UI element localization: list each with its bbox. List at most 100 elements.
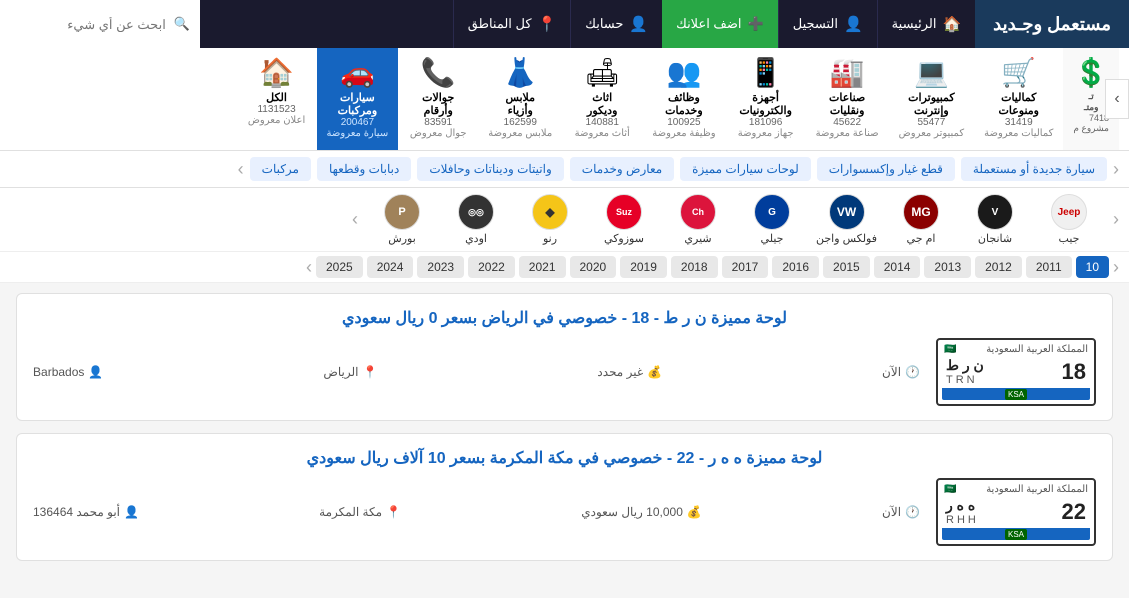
cat-item-all[interactable]: 🏠 الكل 1131523 اعلان معروض <box>237 48 317 150</box>
listing-title-1[interactable]: لوحة مميزة ن ر ط - 18 - خصوصي في الرياض … <box>33 308 1096 328</box>
year-item-2022[interactable]: 2022 <box>468 256 515 278</box>
sub-nav-motorcycles[interactable]: دبابات وقطعها <box>317 157 411 181</box>
cat-item-industries[interactable]: 🏭 صناعاتونقليات 45622 صناعة معروضة <box>806 48 889 150</box>
brand-item-audi[interactable]: ◎◎ اودي <box>446 194 506 245</box>
year-item-2024[interactable]: 2024 <box>367 256 414 278</box>
cat-count-furniture: 140881 <box>586 117 619 128</box>
plate-country-top-1: المملكة العربية السعودية <box>986 344 1088 355</box>
listing-price-2: 💰 10,000 ريال سعودي <box>581 505 702 519</box>
categories-arrow-right[interactable]: › <box>1105 79 1129 119</box>
cat-item-furniture[interactable]: 🛋 اثاثوديكور 140881 أثاث معروضة <box>562 48 642 150</box>
listing-card-1: لوحة مميزة ن ر ط - 18 - خصوصي في الرياض … <box>16 293 1113 421</box>
year-arrow-right[interactable]: › <box>306 257 312 278</box>
nav-regions-label: كل المناطق <box>468 16 532 32</box>
year-item-2016[interactable]: 2016 <box>772 256 819 278</box>
search-bar: 🔍 <box>0 0 200 48</box>
cat-item-devices[interactable]: 📱 أجهزةوالكترونيات 181096 جهاز معروضة <box>726 48 806 150</box>
search-icon: 🔍 <box>174 16 190 32</box>
brand-item-porsche[interactable]: P بورش <box>372 194 432 245</box>
year-item-2021[interactable]: 2021 <box>519 256 566 278</box>
plate-country-top-2: المملكة العربية السعودية <box>986 484 1088 495</box>
price-icon-1: 💰 <box>647 365 662 379</box>
year-item-2013[interactable]: 2013 <box>924 256 971 278</box>
cat-item-jobs[interactable]: 👥 وظائفوخدمات 100925 وظيفة معروضة <box>642 48 725 150</box>
brand-logo-chery: Ch <box>680 194 716 230</box>
plate-number-1: 18 <box>1062 359 1086 385</box>
sub-nav-arrow-right[interactable]: › <box>238 157 244 181</box>
nav-account[interactable]: 👤 حسابك <box>570 0 662 48</box>
listing-title-2[interactable]: لوحة مميزة ه ه ر - 22 - خصوصي في مكة الم… <box>33 448 1096 468</box>
nav-regions[interactable]: 📍 كل المناطق <box>453 0 571 48</box>
brand-item-jeep[interactable]: Jeep جيب <box>1039 194 1099 245</box>
search-input[interactable] <box>10 17 166 32</box>
year-item-2011[interactable]: 2011 <box>1026 256 1072 278</box>
brand-item-changan[interactable]: V شانجان <box>965 194 1025 245</box>
nav-home[interactable]: 🏠 الرئيسية <box>877 0 975 48</box>
year-item-2020[interactable]: 2020 <box>570 256 617 278</box>
year-item-2018[interactable]: 2018 <box>671 256 718 278</box>
sub-nav-exhibitions[interactable]: معارض وخدمات <box>570 157 674 181</box>
brand-item-geely[interactable]: G جيلي <box>742 194 802 245</box>
cat-count-cars: 200467 <box>341 117 374 128</box>
cat-icon-furniture: 🛋 <box>584 56 620 89</box>
brand-item-chery[interactable]: Ch شيري <box>668 194 728 245</box>
cat-label-furniture: أثاث معروضة <box>575 128 630 139</box>
cat-item-accessories[interactable]: 🛒 كمالياتومنوعات 31419 كماليات معروضة <box>974 48 1063 150</box>
brand-item-mg[interactable]: MG ام جي <box>891 194 951 245</box>
clock-icon-1: 🕐 <box>905 365 920 379</box>
cat-name-side: تـومتـ <box>1084 91 1099 113</box>
listing-meta-1: 🕐 الآن 💰 غير محدد 📍 الرياض 👤 Barbados <box>33 365 920 379</box>
plate-letters-en-1: TRN <box>946 374 978 386</box>
sub-nav-used-new[interactable]: سيارة جديدة أو مستعملة <box>961 157 1107 181</box>
cat-icon-devices: 📱 <box>748 56 783 89</box>
cat-item-computers[interactable]: 💻 كمبيوتراتوإنترنت 55477 كمبيوتر معروض <box>889 48 974 150</box>
plate-2: المملكة العربية السعودية 🇸🇦 22 ه ه ر RHH… <box>936 478 1096 546</box>
year-item-10[interactable]: 10 <box>1076 256 1109 278</box>
account-icon: 👤 <box>629 15 648 33</box>
brand-arrow-left[interactable]: ‹ <box>1113 209 1119 230</box>
plate-stripe-2: KSA <box>942 528 1090 540</box>
cat-item-mobiles[interactable]: 📞 جوالاتوأرقام 83591 جوال معروض <box>398 48 478 150</box>
cat-label-jobs: وظيفة معروضة <box>652 128 715 139</box>
listing-seller-2: 👤 أبو محمد 136464 <box>33 505 139 519</box>
year-arrow-left[interactable]: ‹ <box>1113 257 1119 278</box>
brand-item-vw[interactable]: VW فولكس واجن <box>816 194 877 245</box>
year-item-2015[interactable]: 2015 <box>823 256 870 278</box>
plate-flag-2: 🇸🇦 <box>944 484 956 495</box>
listing-location-text-1: الرياض <box>323 365 358 379</box>
brand-arrow-right[interactable]: › <box>352 209 358 230</box>
year-item-2019[interactable]: 2019 <box>620 256 667 278</box>
year-item-2012[interactable]: 2012 <box>975 256 1022 278</box>
plate-letters-ar-1: ن ر ط <box>946 357 984 374</box>
brand-name-porsche: بورش <box>388 232 415 245</box>
cat-icon-industries: 🏭 <box>830 56 865 89</box>
cat-label-mobiles: جوال معروض <box>410 128 467 139</box>
cat-count-side: 7418مشروع م <box>1073 113 1109 134</box>
logo-text: مستعمل وجـديد <box>993 14 1111 35</box>
sub-nav-arrow-left[interactable]: ‹ <box>1113 157 1119 181</box>
brand-item-renault[interactable]: ◆ رنو <box>520 194 580 245</box>
brand-name-renault: رنو <box>543 232 557 245</box>
site-logo[interactable]: مستعمل وجـديد <box>975 0 1129 48</box>
nav-home-label: الرئيسية <box>892 16 937 32</box>
year-item-2025[interactable]: 2025 <box>316 256 363 278</box>
location-icon-1: 📍 <box>362 365 377 379</box>
nav-register[interactable]: 👤 التسجيل <box>778 0 877 48</box>
cat-label-devices: جهاز معروضة <box>738 128 794 139</box>
sub-nav-vehicles[interactable]: مركبات <box>250 157 311 181</box>
year-item-2014[interactable]: 2014 <box>874 256 921 278</box>
sub-nav-plates[interactable]: لوحات سيارات مميزة <box>680 157 811 181</box>
sub-nav-spare-parts[interactable]: قطع غيار وإكسسوارات <box>817 157 955 181</box>
cat-name-furniture: اثاثوديكور <box>587 91 617 117</box>
nav-account-label: حسابك <box>585 16 623 32</box>
sub-nav-buses[interactable]: واتيتات وديناتات وحافلات <box>417 157 563 181</box>
cat-item-clothing[interactable]: 👗 ملابسوأزياء 162599 ملابس معروضة <box>478 48 562 150</box>
add-listing-button[interactable]: ➕ اضف اعلانك <box>662 0 778 48</box>
category-bar: 💲 تـومتـ 7418مشروع م 🛒 كمالياتومنوعات 31… <box>0 48 1129 151</box>
listing-meta-2: 🕐 الآن 💰 10,000 ريال سعودي 📍 مكة المكرمة… <box>33 505 920 519</box>
cat-item-cars[interactable]: 🚗 سياراتومركبات 200467 سيارة معروضة <box>317 48 399 150</box>
year-bar: ‹ 10 2011 2012 2013 2014 2015 2016 2017 … <box>0 252 1129 283</box>
brand-item-suzuki[interactable]: Suz سوزوكي <box>594 194 654 245</box>
year-item-2017[interactable]: 2017 <box>722 256 769 278</box>
year-item-2023[interactable]: 2023 <box>417 256 464 278</box>
